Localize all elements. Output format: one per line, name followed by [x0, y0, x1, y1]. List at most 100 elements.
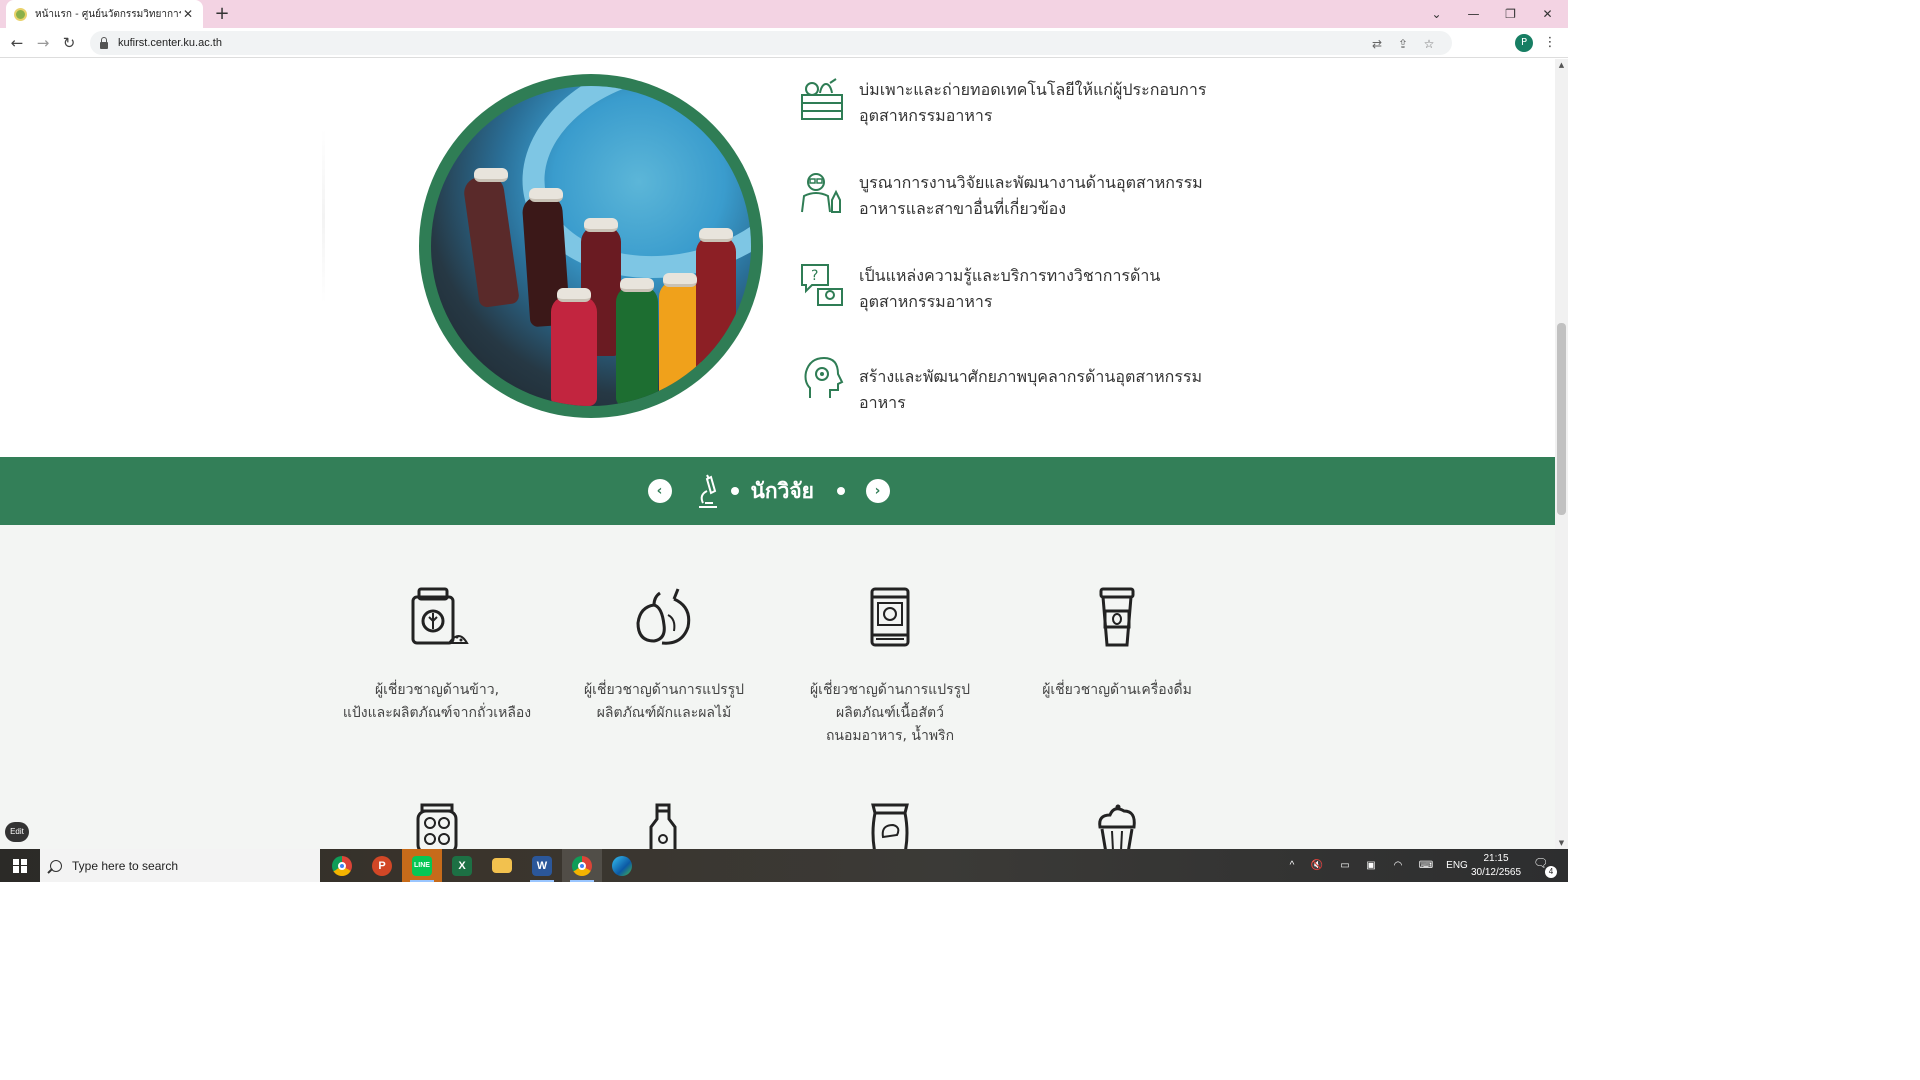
expert-card[interactable]: ผู้เชี่ยวชาญด้านการแปรรูป ผลิตภัณฑ์ผักแล… [554, 585, 774, 725]
cupcake-icon [1098, 804, 1136, 849]
bookmark-star-icon[interactable]: ☆ [1422, 37, 1436, 51]
head-gear-icon [804, 356, 844, 398]
address-bar[interactable]: kufirst.center.ku.ac.th ⇄ ⇪ ☆ [90, 31, 1452, 55]
back-button[interactable]: ← [6, 32, 28, 54]
carousel-dot [836, 487, 845, 495]
researcher-carousel-nav: ‹ นักวิจัย › [647, 457, 908, 525]
tab-title: หน้าแรก - ศูนย์นวัตกรรมวิทยาการอาหาร [35, 8, 181, 20]
knowledge-chat-icon: ? [801, 264, 843, 306]
scroll-thumb[interactable] [1557, 323, 1566, 515]
pickle-jar-icon [416, 803, 458, 849]
fruit-vegetable-icon [636, 588, 691, 645]
forward-button[interactable]: → [32, 32, 54, 54]
excel-icon: X [452, 855, 472, 876]
edit-button[interactable]: Edit [5, 822, 29, 842]
mission-text: เป็นแหล่งความรู้และบริการทางวิชาการด้านอ… [859, 266, 1161, 311]
share-icon[interactable]: ⇪ [1396, 37, 1410, 51]
tab-strip: หน้าแรก - ศูนย์นวัตกรรมวิทยาการอาหาร ✕ +… [0, 0, 1568, 28]
microscope-icon [698, 474, 717, 508]
expert-card[interactable]: ผู้เชี่ยวชาญด้านข้าว, แป้งและผลิตภัณฑ์จา… [327, 585, 547, 725]
carousel-dot [730, 487, 739, 495]
windows-logo-icon [13, 858, 27, 873]
taskbar-clock[interactable]: 21:15 30/12/2565 [1466, 852, 1526, 880]
mission-text: สร้างและพัฒนาศักยภาพบุคลากรด้านอุตสาหกรร… [859, 367, 1203, 412]
search-icon [50, 859, 62, 872]
tab-close-icon[interactable]: ✕ [181, 7, 195, 21]
chevron-right-icon[interactable]: › [865, 479, 890, 503]
folder-icon [492, 858, 512, 873]
word-icon: W [532, 855, 552, 876]
edge-icon [612, 855, 632, 876]
profile-avatar[interactable]: P [1515, 34, 1533, 52]
expert-card[interactable]: ผู้เชี่ยวชาญด้านเครื่องดื่ม [1007, 585, 1227, 702]
scroll-down-arrow-icon[interactable]: ▼ [1555, 837, 1568, 849]
chrome-profile-taskbar-app[interactable] [562, 849, 602, 882]
site-favicon-icon [14, 7, 27, 21]
toolbar: ← → ↻ kufirst.center.ku.ac.th ⇄ ⇪ ☆ ✦ ▮ … [0, 28, 1568, 79]
produce-crate-icon [801, 78, 843, 120]
windows-taskbar: Type here to search P LINE X W ^ 🔇 ▭ ▣ ◠… [0, 849, 1568, 882]
file-explorer-taskbar-app[interactable] [482, 849, 522, 882]
chrome-icon [332, 855, 352, 876]
expert-card[interactable]: ผู้เชี่ยวชาญด้านการแปรรูป ผลิตภัณฑ์เนื้อ… [780, 585, 1000, 748]
active-indicator [570, 880, 594, 882]
expert-label: ผู้เชี่ยวชาญด้านการแปรรูป ผลิตภัณฑ์ผักแล… [583, 682, 745, 721]
expert-label: ผู้เชี่ยวชาญด้านการแปรรูป ผลิตภัณฑ์เนื้อ… [809, 682, 971, 744]
line-taskbar-app[interactable]: LINE [402, 849, 442, 882]
mission-item: สร้างและพัฒนาศักยภาพบุคลากรด้านอุตสาหกรร… [800, 356, 1239, 416]
decorative-edge [322, 129, 325, 304]
mission-text: บูรณาการงานวิจัยและพัฒนางานด้านอุตสาหกรร… [859, 173, 1203, 218]
featured-photo-frame [419, 74, 763, 418]
section-title: นักวิจัย [750, 479, 814, 503]
minimize-button[interactable]: — [1455, 0, 1492, 28]
svg-text:?: ? [811, 268, 818, 284]
notification-count-badge: 4 [1545, 866, 1557, 878]
mission-item: ? เป็นแหล่งความรู้และบริการทางวิชาการด้า… [800, 263, 1239, 315]
experts-grid: ผู้เชี่ยวชาญด้านข้าว, แป้งและผลิตภัณฑ์จา… [0, 525, 1555, 849]
search-placeholder: Type here to search [72, 858, 179, 873]
chevron-left-icon[interactable]: ‹ [647, 479, 672, 503]
snack-bag-icon [871, 803, 909, 849]
mission-item: บ่มเพาะและถ่ายทอดเทคโนโลยีให้แก่ผู้ประกอ… [800, 77, 1239, 129]
reload-button[interactable]: ↻ [58, 32, 80, 54]
new-tab-button[interactable]: + [212, 4, 232, 24]
researcher-section-header: ‹ นักวิจัย › [0, 457, 1555, 525]
tray-chevron-up-icon[interactable]: ^ [1283, 849, 1301, 882]
wifi-icon[interactable]: ◠ [1388, 849, 1408, 882]
researcher-icon [801, 173, 841, 213]
powerpoint-icon: P [372, 855, 392, 876]
expert-label: ผู้เชี่ยวชาญด้านข้าว, แป้งและผลิตภัณฑ์จา… [342, 682, 532, 721]
taskbar-search-box[interactable]: Type here to search [40, 849, 320, 882]
active-indicator [530, 880, 554, 882]
grain-jar-icon [411, 587, 469, 645]
start-button[interactable] [0, 849, 40, 882]
excel-taskbar-app[interactable]: X [442, 849, 482, 882]
active-indicator [410, 880, 434, 882]
speaker-muted-icon[interactable]: 🔇 [1308, 849, 1326, 882]
battery-icon[interactable]: ▭ [1334, 849, 1356, 882]
clock-time: 21:15 [1483, 853, 1509, 864]
chrome-profile-icon [572, 855, 592, 876]
mission-text: บ่มเพาะและถ่ายทอดเทคโนโลยีให้แก่ผู้ประกอ… [859, 80, 1207, 125]
menu-kebab-icon[interactable]: ⋮ [1540, 32, 1560, 52]
translate-icon[interactable]: ⇄ [1370, 37, 1384, 51]
scroll-up-arrow-icon[interactable]: ▲ [1555, 59, 1568, 71]
edge-taskbar-app[interactable] [602, 849, 642, 882]
keyboard-icon[interactable]: ⌨ [1414, 849, 1438, 882]
line-icon: LINE [412, 855, 432, 876]
display-icon[interactable]: ▣ [1361, 849, 1381, 882]
mission-item: บูรณาการงานวิจัยและพัฒนางานด้านอุตสาหกรร… [800, 170, 1239, 222]
browser-tab[interactable]: หน้าแรก - ศูนย์นวัตกรรมวิทยาการอาหาร ✕ [6, 0, 203, 28]
coffee-cup-icon [1099, 587, 1135, 647]
page-scrollbar[interactable]: ▲ ▼ [1555, 59, 1568, 849]
page-viewport: บ่มเพาะและถ่ายทอดเทคโนโลยีให้แก่ผู้ประกอ… [0, 59, 1555, 849]
expert-label: ผู้เชี่ยวชาญด้านเครื่องดื่ม [1042, 682, 1192, 698]
powerpoint-taskbar-app[interactable]: P [362, 849, 402, 882]
chrome-taskbar-app[interactable] [322, 849, 362, 882]
restore-button[interactable]: ❐ [1492, 0, 1529, 28]
word-taskbar-app[interactable]: W [522, 849, 562, 882]
lock-icon [100, 36, 108, 49]
canned-meat-icon [870, 587, 910, 647]
tab-search-chevron-icon[interactable]: ⌄ [1418, 0, 1455, 28]
close-window-button[interactable]: ✕ [1529, 0, 1566, 28]
